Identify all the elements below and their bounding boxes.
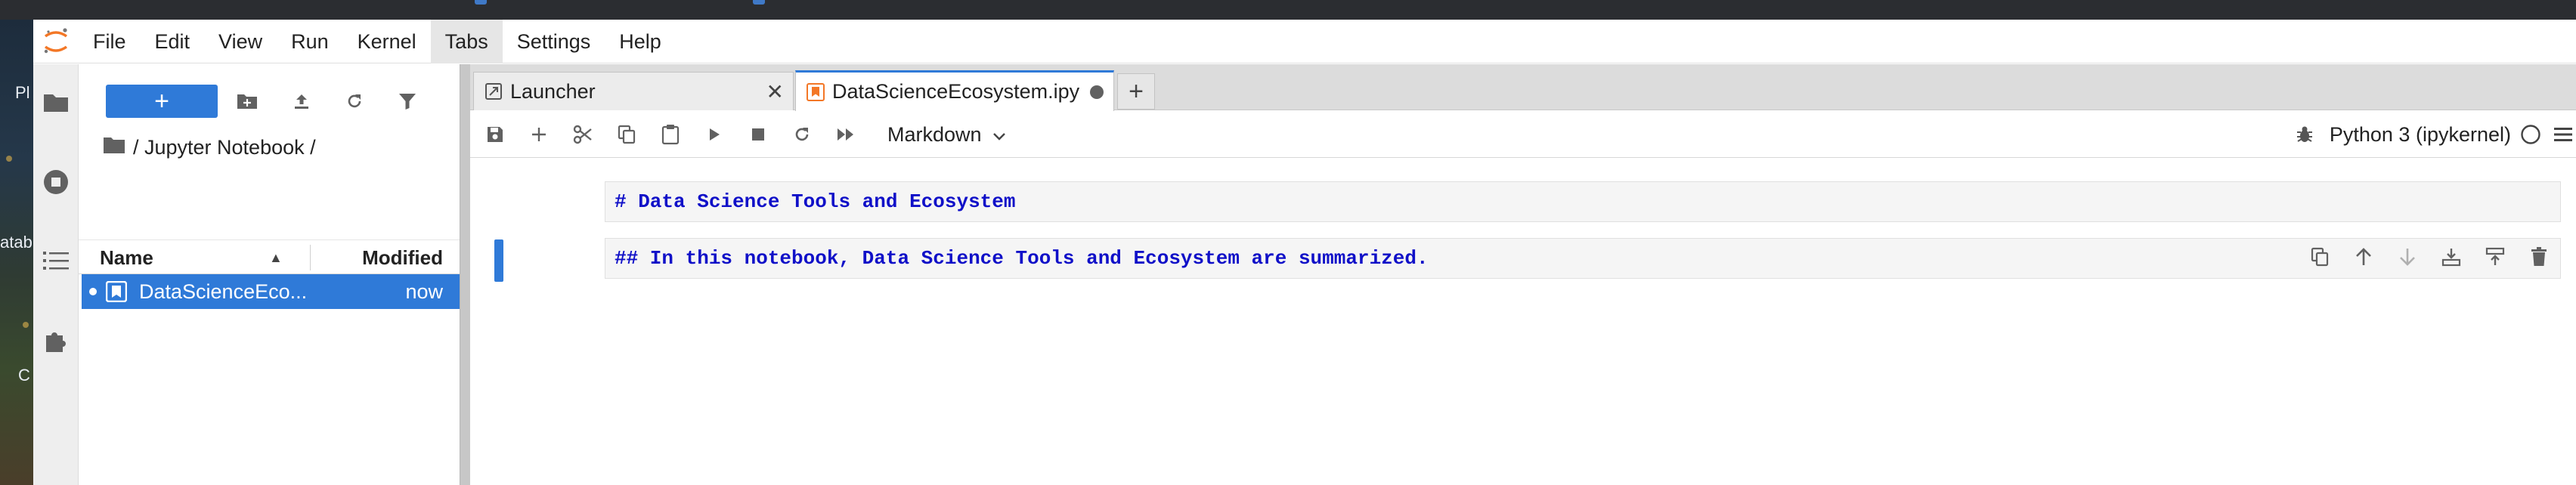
menu-view[interactable]: View (204, 20, 277, 63)
move-down-arrow-icon[interactable] (2386, 238, 2429, 276)
new-launcher-button[interactable]: + (106, 85, 218, 118)
markdown-cell[interactable]: # Data Science Tools and Ecosystem (470, 181, 2576, 224)
new-folder-icon[interactable] (228, 82, 266, 120)
jupyterlab-window: Pl atab C File Edit View Run Kernel Tabs… (0, 0, 2576, 485)
file-browser-toolbar: + (79, 64, 460, 131)
insert-below-icon[interactable] (2473, 238, 2517, 276)
file-modified: now (405, 280, 443, 303)
kernel-idle-status-icon (2520, 124, 2541, 145)
file-browser-panel: + / Jupyter Notebook / Name ▲ Modified D… (79, 64, 460, 485)
breadcrumb[interactable]: / Jupyter Notebook / (103, 131, 316, 164)
tab-notebook[interactable]: DataScienceEcosystem.ipy (795, 70, 1114, 111)
tab-bar: Launcher ✕ DataScienceEcosystem.ipy + (470, 64, 2576, 111)
notebook-toolbar: Markdown Python 3 (ipykernel) (470, 111, 2576, 158)
cell-input[interactable]: # Data Science Tools and Ecosystem (605, 181, 2561, 222)
chevron-down-icon (992, 123, 1006, 147)
os-indicator (475, 0, 487, 5)
unsaved-indicator-icon[interactable] (1089, 73, 1104, 111)
panel-splitter[interactable] (460, 64, 470, 485)
jupyter-logo-icon[interactable] (33, 20, 79, 63)
paste-icon[interactable] (652, 116, 689, 153)
column-header-modified[interactable]: Modified (362, 240, 443, 275)
cell-input[interactable]: ## In this notebook, Data Science Tools … (605, 238, 2561, 279)
duplicate-cell-icon[interactable] (2298, 238, 2342, 276)
close-icon[interactable]: ✕ (766, 73, 784, 110)
main-dock-area: Launcher ✕ DataScienceEcosystem.ipy + Ma… (470, 64, 2576, 485)
notebook-file-icon (105, 280, 128, 307)
menu-run[interactable]: Run (277, 20, 343, 63)
insert-cell-icon[interactable] (520, 116, 558, 153)
cell-type-dropdown[interactable]: Markdown (887, 116, 1006, 153)
kernel-name[interactable]: Python 3 (ipykernel) (2330, 123, 2511, 147)
desktop-wallpaper: Pl atab C (0, 20, 33, 485)
stop-kernel-icon[interactable] (739, 116, 777, 153)
column-header-name[interactable]: Name (100, 240, 153, 275)
markdown-cell-active[interactable]: ## In this notebook, Data Science Tools … (470, 238, 2576, 282)
add-tab-button[interactable]: + (1117, 73, 1155, 110)
running-sessions-icon[interactable] (33, 159, 79, 205)
tab-launcher[interactable]: Launcher ✕ (473, 72, 794, 110)
menu-settings[interactable]: Settings (503, 20, 605, 63)
os-title-strip (0, 0, 2576, 20)
file-list-item[interactable]: DataScienceEco... now (82, 274, 460, 309)
file-name: DataScienceEco... (139, 280, 308, 303)
extension-manager-puzzle-icon[interactable] (33, 318, 79, 363)
delete-trash-icon[interactable] (2517, 238, 2561, 276)
menu-tabs[interactable]: Tabs (430, 19, 503, 63)
kernel-status-area: Python 3 (ipykernel) (2295, 116, 2576, 153)
left-activity-bar (33, 64, 79, 485)
tab-label: DataScienceEcosystem.ipy (832, 80, 1080, 103)
copy-icon[interactable] (608, 116, 646, 153)
folder-icon (103, 136, 125, 159)
insert-above-icon[interactable] (2429, 238, 2473, 276)
restart-kernel-icon[interactable] (783, 116, 821, 153)
cell-type-value: Markdown (887, 122, 982, 146)
column-divider[interactable] (310, 245, 311, 270)
table-of-contents-icon[interactable] (33, 238, 79, 283)
cell-toolbar (2298, 238, 2561, 276)
menu-bar: File Edit View Run Kernel Tabs Settings … (33, 19, 2576, 63)
tab-label: Launcher (510, 79, 596, 103)
save-icon[interactable] (476, 116, 514, 153)
filter-icon[interactable] (389, 82, 426, 120)
refresh-icon[interactable] (336, 82, 373, 120)
launcher-icon (485, 82, 503, 100)
os-indicator (753, 0, 765, 5)
menu-file[interactable]: File (79, 20, 141, 63)
menu-help[interactable]: Help (605, 20, 676, 63)
move-up-arrow-icon[interactable] (2342, 238, 2386, 276)
run-all-fast-forward-icon[interactable] (827, 116, 865, 153)
file-list-header: Name ▲ Modified (79, 239, 460, 274)
sort-ascending-icon[interactable]: ▲ (269, 240, 283, 275)
notebook-icon (807, 82, 825, 101)
cell-collapser[interactable] (494, 239, 503, 282)
menu-edit[interactable]: Edit (141, 20, 205, 63)
debugger-bug-icon[interactable] (2295, 125, 2314, 144)
breadcrumb-path[interactable]: / Jupyter Notebook / (133, 136, 316, 159)
menu-hamburger-icon[interactable] (2553, 126, 2573, 143)
file-browser-folder-icon[interactable] (33, 79, 79, 125)
running-indicator-icon (89, 288, 97, 295)
run-cell-icon[interactable] (695, 116, 733, 153)
menu-kernel[interactable]: Kernel (343, 20, 431, 63)
cut-icon[interactable] (564, 116, 602, 153)
upload-icon[interactable] (283, 82, 320, 120)
